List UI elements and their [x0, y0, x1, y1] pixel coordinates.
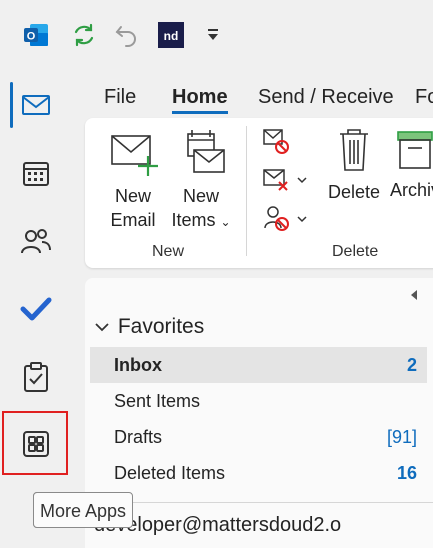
tab-home[interactable]: Home: [172, 80, 228, 114]
active-tab-underline: [172, 111, 228, 114]
chevron-down-icon: [94, 312, 112, 342]
archive-icon: [397, 131, 433, 169]
ribbon-group-divider: [246, 126, 247, 256]
addin-icon[interactable]: nd: [156, 20, 186, 50]
new-items-button[interactable]: New Items ⌄: [168, 128, 234, 234]
calendar-icon[interactable]: [5, 142, 67, 204]
new-email-label-2: Email: [110, 210, 156, 230]
undo-icon[interactable]: [112, 20, 142, 50]
delete-label: Delete: [327, 182, 381, 202]
addin-label: nd: [164, 29, 179, 43]
new-group-label: New: [152, 243, 185, 260]
new-email-label-1: New: [114, 186, 151, 206]
folder-name: Inbox: [114, 355, 162, 375]
tab-send-receive[interactable]: Send / Receive: [258, 80, 394, 114]
ignore-icon: [263, 129, 289, 154]
new-email-button[interactable]: New Email: [104, 132, 162, 232]
delete-button[interactable]: Delete: [326, 128, 382, 204]
chevron-down-icon: ⌄: [220, 215, 231, 229]
unread-count: 2: [406, 355, 417, 375]
title-bar: O nd: [0, 0, 433, 72]
folder-inbox[interactable]: Inbox 2: [90, 347, 427, 383]
customize-toolbar-icon[interactable]: [198, 20, 228, 50]
folder-name: Deleted Items: [114, 463, 226, 483]
delete-group-label: Delete: [332, 243, 379, 260]
todo-icon[interactable]: [5, 278, 67, 340]
junk-button[interactable]: [262, 204, 308, 239]
favorites-label: Favorites: [117, 315, 205, 338]
favorites-header[interactable]: Favorites: [94, 312, 204, 342]
clean-up-icon: [263, 169, 307, 191]
archive-label: Archiv: [390, 180, 433, 200]
folder-name: Drafts: [114, 427, 163, 447]
unread-count: 16: [396, 463, 417, 483]
new-items-label-1: New: [182, 186, 219, 206]
archive-button[interactable]: Archiv: [390, 130, 433, 202]
ignore-button[interactable]: [262, 128, 292, 161]
trash-icon: [340, 129, 368, 171]
tab-folder[interactable]: Fo: [415, 80, 433, 114]
more-apps-highlight-box: [2, 411, 68, 475]
tab-file[interactable]: File: [104, 80, 136, 114]
new-items-label-2: Items ⌄: [168, 208, 234, 234]
clean-up-button[interactable]: [262, 168, 308, 199]
new-items-label-2-text: Items: [171, 210, 216, 230]
account-divider: [85, 502, 433, 503]
junk-icon: [264, 206, 307, 231]
folder-name: Sent Items: [114, 391, 201, 411]
collapse-pane-button[interactable]: [404, 284, 424, 306]
sync-icon[interactable]: [69, 20, 99, 50]
item-count: [91]: [386, 427, 417, 447]
tasks-icon[interactable]: [5, 346, 67, 408]
new-email-icon: [111, 135, 158, 176]
outlook-logo-icon[interactable]: O: [21, 20, 51, 50]
people-icon[interactable]: [5, 210, 67, 272]
folder-sent-items[interactable]: Sent Items: [90, 383, 427, 419]
folder-drafts[interactable]: Drafts [91]: [90, 419, 427, 455]
new-items-icon: [187, 130, 225, 173]
folder-deleted-items[interactable]: Deleted Items 16: [90, 455, 427, 491]
more-apps-tooltip-overlay: More Apps: [33, 492, 134, 528]
chevron-left-icon: [411, 290, 417, 300]
svg-text:O: O: [27, 31, 36, 43]
